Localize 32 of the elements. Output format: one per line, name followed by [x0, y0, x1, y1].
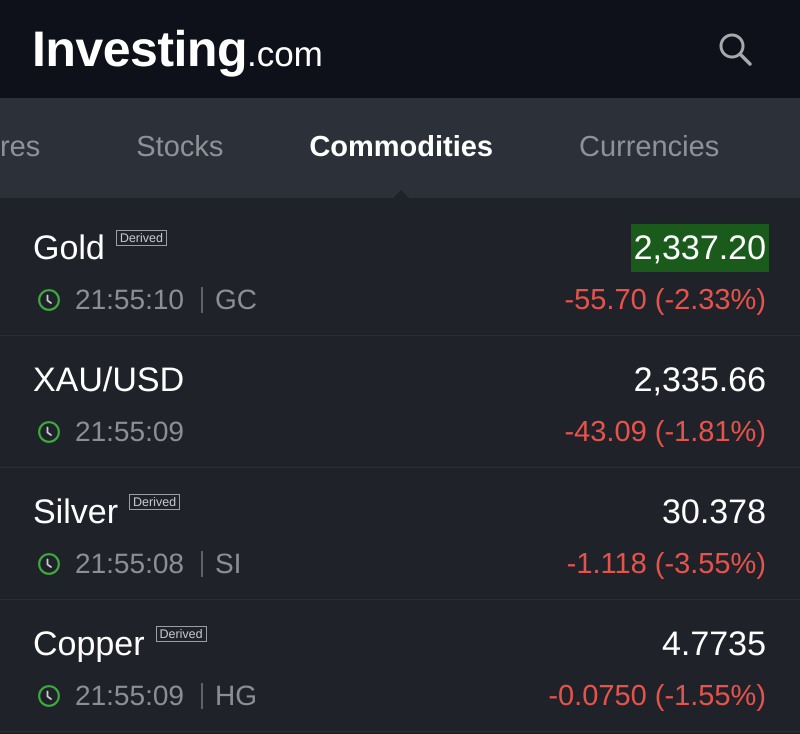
logo-domain-text: .com	[246, 37, 323, 72]
category-tab[interactable]: Currencies	[536, 98, 762, 198]
time-text: 21:55:09	[75, 679, 184, 713]
instrument-name[interactable]: Gold	[33, 228, 105, 268]
derived-tag: Derived	[156, 626, 207, 642]
instrument-name[interactable]: Silver	[33, 492, 118, 532]
clock-icon	[38, 553, 60, 575]
clock-icon	[38, 685, 60, 707]
symbol-text: HG	[215, 679, 257, 713]
symbol-text: GC	[215, 283, 257, 317]
change-text: -1.118 (-3.55%)	[566, 547, 766, 581]
change-text: -0.0750 (-1.55%)	[548, 679, 766, 713]
clock-icon	[38, 421, 60, 443]
price-value: 2,335.66	[632, 360, 767, 401]
clock-icon	[38, 289, 60, 311]
change-text: -55.70 (-2.33%)	[564, 283, 766, 317]
time-text: 21:55:09	[75, 415, 184, 449]
symbol-text: SI	[215, 547, 242, 581]
change-text: -43.09 (-1.81%)	[564, 415, 766, 449]
price-value: 4.7735	[661, 624, 767, 665]
derived-tag: Derived	[129, 494, 180, 510]
instrument-name[interactable]: Copper	[33, 624, 145, 664]
category-tab[interactable]: res	[0, 98, 94, 198]
category-tab[interactable]: Commodities	[266, 98, 536, 198]
time-text: 21:55:10	[75, 283, 184, 317]
derived-tag: Derived	[116, 230, 167, 246]
time-text: 21:55:08	[75, 547, 184, 581]
price-value: 30.378	[661, 492, 767, 533]
instrument-name[interactable]: XAU/USD	[33, 360, 184, 400]
category-tab[interactable]: Stocks	[93, 98, 266, 198]
price-value: 2,337.20	[630, 224, 769, 272]
search-icon[interactable]	[718, 32, 752, 66]
